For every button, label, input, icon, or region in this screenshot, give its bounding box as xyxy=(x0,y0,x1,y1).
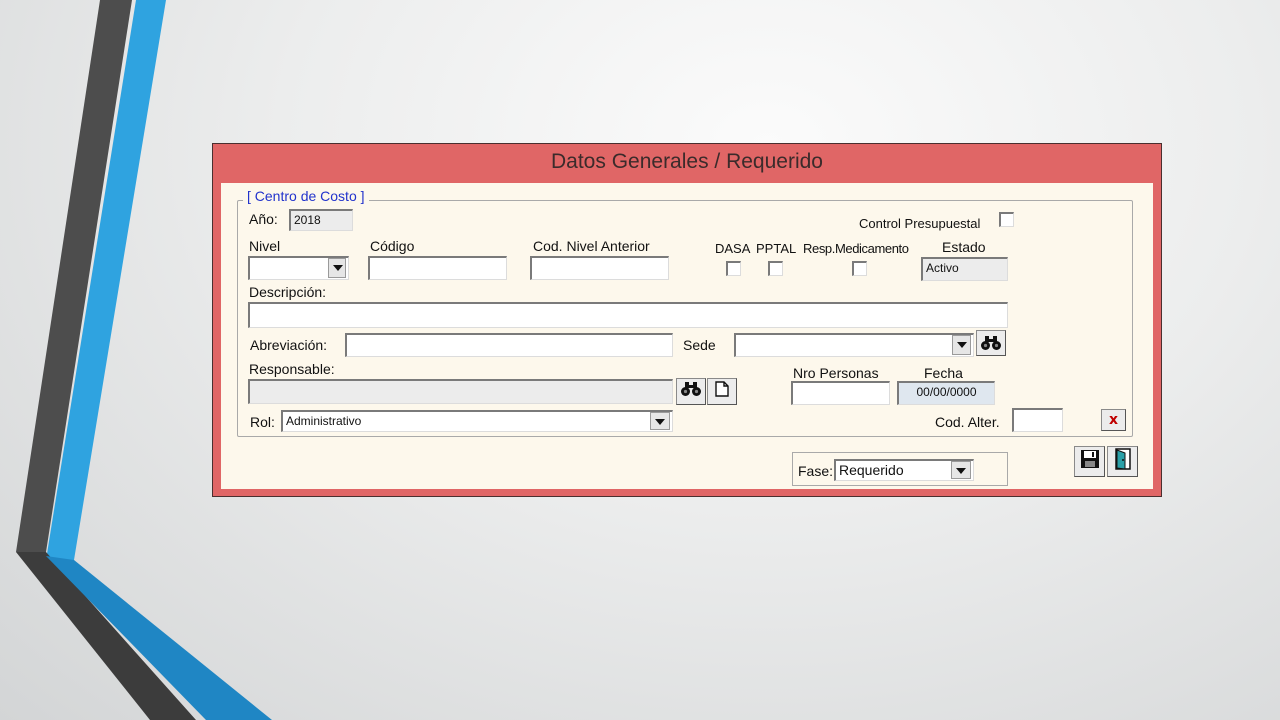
chevron-down-icon[interactable] xyxy=(328,258,346,278)
save-button[interactable] xyxy=(1074,446,1105,477)
anio-field[interactable]: 2018 xyxy=(289,209,353,231)
nro-personas-field[interactable] xyxy=(791,381,890,405)
exit-door-icon xyxy=(1113,448,1133,475)
control-presupuestal-label: Control Presupuestal xyxy=(859,216,981,231)
nivel-label: Nivel xyxy=(249,238,281,254)
responsable-label: Responsable: xyxy=(249,361,335,377)
control-presupuestal-checkbox[interactable] xyxy=(999,212,1014,227)
anio-label: Año: xyxy=(249,211,278,227)
codigo-label: Código xyxy=(370,238,415,254)
group-legend: [ Centro de Costo ] xyxy=(243,188,369,204)
descripcion-label: Descripción: xyxy=(249,284,327,300)
search-responsable-button[interactable] xyxy=(676,378,706,405)
cod-nivel-anterior-field[interactable] xyxy=(530,256,669,280)
resp-medicamento-checkbox[interactable] xyxy=(852,261,867,276)
form-body: [ Centro de Costo ] Año: 2018 Control Pr… xyxy=(221,183,1153,489)
descripcion-field[interactable] xyxy=(248,302,1008,328)
binoculars-icon xyxy=(680,381,702,402)
new-document-icon xyxy=(715,381,729,402)
pptal-checkbox[interactable] xyxy=(768,261,783,276)
dasa-checkbox[interactable] xyxy=(726,261,741,276)
fecha-label: Fecha xyxy=(924,365,963,381)
estado-label: Estado xyxy=(942,239,986,255)
floppy-disk-icon xyxy=(1080,449,1100,474)
chevron-down-icon[interactable] xyxy=(650,412,670,430)
sede-label: Sede xyxy=(683,337,716,353)
cod-nivel-anterior-label: Cod. Nivel Anterior xyxy=(533,238,650,254)
pptal-label: PPTAL xyxy=(756,241,797,256)
cod-alter-label: Cod. Alter. xyxy=(935,414,1000,430)
resp-medicamento-label: Resp.Medicamento xyxy=(803,241,909,256)
binoculars-icon[interactable] xyxy=(976,330,1006,356)
abreviacion-label: Abreviación: xyxy=(250,337,328,353)
window-title: Datos Generales / Requerido xyxy=(551,150,823,173)
new-responsable-button[interactable] xyxy=(707,378,737,405)
dasa-label: DASA xyxy=(715,241,751,256)
rol-select[interactable]: Administrativo xyxy=(281,410,673,432)
form-window: Datos Generales / Requerido [ Centro de … xyxy=(212,143,1162,497)
fecha-field[interactable]: 00/00/0000 xyxy=(897,381,995,405)
abreviacion-field[interactable] xyxy=(345,333,673,357)
chevron-down-icon[interactable] xyxy=(951,461,971,479)
sede-select[interactable] xyxy=(734,333,974,357)
cod-alter-field[interactable] xyxy=(1012,408,1063,432)
exit-button[interactable] xyxy=(1107,446,1138,477)
rol-label: Rol: xyxy=(250,414,275,430)
clear-button[interactable]: x xyxy=(1101,409,1126,431)
responsable-field[interactable] xyxy=(248,379,673,404)
fase-label: Fase: xyxy=(798,463,834,479)
codigo-field[interactable] xyxy=(368,256,507,280)
chevron-down-icon[interactable] xyxy=(952,335,971,355)
nro-personas-label: Nro Personas xyxy=(793,365,879,381)
estado-field[interactable]: Activo xyxy=(921,257,1008,281)
